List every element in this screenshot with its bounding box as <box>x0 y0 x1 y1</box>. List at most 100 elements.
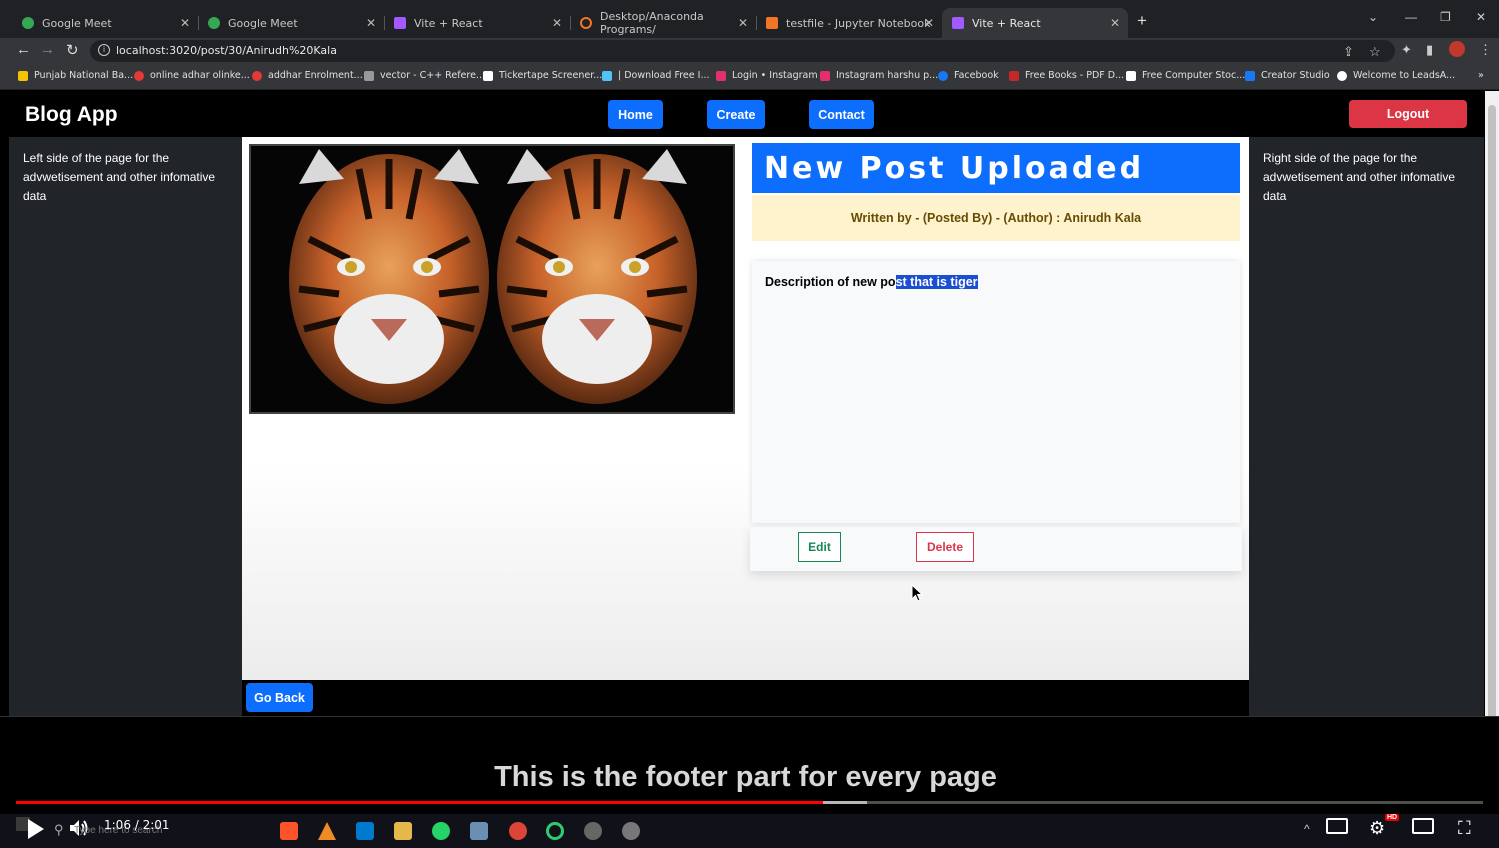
tab-label: Vite + React <box>414 16 483 30</box>
close-icon[interactable]: ✕ <box>924 16 934 30</box>
tray-chevron-icon[interactable]: ^ <box>1304 822 1310 836</box>
scrollbar-thumb[interactable] <box>1488 105 1496 795</box>
bookmark-favicon-icon <box>134 70 144 81</box>
bookmark-favicon-icon <box>18 70 28 81</box>
left-sidebar: Left side of the page for the advwetisem… <box>9 137 242 716</box>
bookmarks-overflow-icon[interactable]: » <box>1478 70 1484 81</box>
tab-google-meet-2[interactable]: Google Meet ✕ <box>198 8 385 38</box>
tab-jupyter-notebook[interactable]: testfile - Jupyter Notebook ✕ <box>756 8 942 38</box>
minimize-icon[interactable]: — <box>1405 10 1417 24</box>
logout-button[interactable]: Logout <box>1349 100 1467 128</box>
bookmark-item[interactable]: Login • Instagram <box>716 70 818 81</box>
close-icon[interactable]: ✕ <box>552 16 562 30</box>
app-icon[interactable] <box>584 822 602 840</box>
right-sidebar-text: Right side of the page for the advwetise… <box>1263 151 1456 203</box>
bookmark-favicon-icon <box>1337 70 1347 81</box>
footer-text: This is the footer part for every page <box>494 761 997 793</box>
url-text[interactable]: localhost:3020/post/30/Anirudh%20Kala <box>116 44 337 57</box>
video-time-display: 1:06 / 2:01 <box>104 818 170 832</box>
chrome-icon[interactable] <box>509 822 527 840</box>
bookmark-favicon-icon <box>1009 70 1019 81</box>
bookmark-item[interactable]: online adhar olinke... <box>134 70 250 81</box>
tab-label: Google Meet <box>228 16 298 30</box>
vscode-icon[interactable] <box>356 822 374 840</box>
contact-button[interactable]: Contact <box>809 100 874 129</box>
share-icon[interactable]: ⇪ <box>1343 44 1354 60</box>
google-meet-icon <box>208 17 220 29</box>
back-arrow-icon[interactable]: ← <box>16 41 31 58</box>
blog-app: Blog App Home Create Contact Logout Left… <box>6 91 1484 716</box>
new-tab-plus-icon[interactable]: + <box>1137 11 1147 31</box>
bookmark-item[interactable]: Creator Studio <box>1245 70 1330 81</box>
edit-button[interactable]: Edit <box>798 532 841 562</box>
close-icon[interactable]: ✕ <box>738 16 748 30</box>
vite-icon <box>394 17 406 29</box>
right-sidebar: Right side of the page for the advwetise… <box>1249 137 1484 716</box>
bookmark-item[interactable]: Tickertape Screener... <box>483 70 602 81</box>
bookmarks-bar: Punjab National Ba... online adhar olink… <box>0 64 1499 90</box>
bookmark-item[interactable]: Welcome to LeadsA... <box>1337 70 1455 81</box>
app-icon[interactable] <box>470 822 488 840</box>
brand-logo[interactable]: Blog App <box>25 103 118 127</box>
video-progress-bar[interactable] <box>16 801 1483 804</box>
reload-icon[interactable]: ↻ <box>66 41 79 59</box>
instagram-icon <box>716 70 726 81</box>
forward-arrow-icon[interactable]: → <box>40 41 55 58</box>
post-description-text: Description of new po <box>765 275 896 289</box>
bookmark-favicon-icon <box>1126 70 1136 81</box>
bookmark-item[interactable]: Free Books - PDF D... <box>1009 70 1124 81</box>
app-circle-icon[interactable] <box>546 822 564 840</box>
kebab-menu-icon[interactable]: ⋮ <box>1479 42 1492 58</box>
bookmark-item[interactable]: Instagram harshu p... <box>820 70 938 81</box>
site-info-icon[interactable]: i <box>98 44 110 56</box>
delete-button[interactable]: Delete <box>916 532 974 562</box>
sidebar-panel-icon[interactable]: ▮ <box>1426 42 1433 58</box>
bookmark-item[interactable]: addhar Enrolment... <box>252 70 363 81</box>
restore-icon[interactable]: ❐ <box>1440 10 1451 24</box>
browser-toolbar: ← → ↻ i localhost:3020/post/30/Anirudh%2… <box>0 38 1499 64</box>
settings-gear-icon[interactable]: ⚙ <box>1369 818 1385 839</box>
left-sidebar-text: Left side of the page for the advwetisem… <box>23 151 216 203</box>
play-icon[interactable] <box>26 818 46 840</box>
post-description-selected-text: st that is tiger <box>895 275 978 289</box>
instagram-icon <box>820 70 830 81</box>
fullscreen-icon[interactable]: ⛶ <box>1458 818 1471 839</box>
tab-anaconda[interactable]: Desktop/Anaconda Programs/ ✕ <box>570 8 757 38</box>
bookmark-item[interactable]: Facebook <box>938 70 999 81</box>
subtitles-icon[interactable] <box>1326 818 1348 834</box>
tab-search-chevron-icon[interactable]: ⌄ <box>1368 10 1378 24</box>
window-close-icon[interactable]: ✕ <box>1476 10 1486 24</box>
bookmark-item[interactable]: | Download Free I... <box>602 70 710 81</box>
notebook-icon <box>766 17 778 29</box>
bookmark-item[interactable]: vector - C++ Refere... <box>364 70 485 81</box>
tab-vite-react-1[interactable]: Vite + React ✕ <box>384 8 571 38</box>
create-button[interactable]: Create <box>707 100 765 129</box>
brave-icon[interactable] <box>280 822 298 840</box>
vlc-icon[interactable] <box>318 822 336 840</box>
bookmark-favicon-icon <box>364 70 374 81</box>
close-icon[interactable]: ✕ <box>366 16 376 30</box>
file-explorer-icon[interactable] <box>394 822 412 840</box>
close-icon[interactable]: ✕ <box>180 16 190 30</box>
whatsapp-icon[interactable] <box>432 822 450 840</box>
go-back-button[interactable]: Go Back <box>246 683 313 712</box>
address-bar[interactable]: i localhost:3020/post/30/Anirudh%20Kala … <box>90 40 1395 62</box>
post-title: New Post Uploaded <box>752 143 1240 193</box>
profile-avatar[interactable] <box>1449 41 1465 57</box>
facebook-icon <box>938 70 948 81</box>
page-scrollbar[interactable] <box>1485 91 1499 816</box>
app-icon[interactable] <box>622 822 640 840</box>
video-progress-fill <box>16 801 823 804</box>
close-icon[interactable]: ✕ <box>1110 16 1120 30</box>
tab-google-meet-1[interactable]: Google Meet ✕ <box>12 8 199 38</box>
vite-icon <box>952 17 964 29</box>
miniplayer-icon[interactable] <box>1412 818 1434 834</box>
bookmark-star-icon[interactable]: ☆ <box>1369 44 1381 60</box>
tab-label: Vite + React <box>972 16 1041 30</box>
bookmark-item[interactable]: Punjab National Ba... <box>18 70 133 81</box>
extensions-puzzle-icon[interactable]: ✦ <box>1401 42 1412 58</box>
tab-vite-react-active[interactable]: Vite + React ✕ <box>942 8 1128 38</box>
bookmark-item[interactable]: Free Computer Stoc... <box>1126 70 1245 81</box>
search-icon: ⚲ <box>54 822 64 837</box>
home-button[interactable]: Home <box>608 100 663 129</box>
